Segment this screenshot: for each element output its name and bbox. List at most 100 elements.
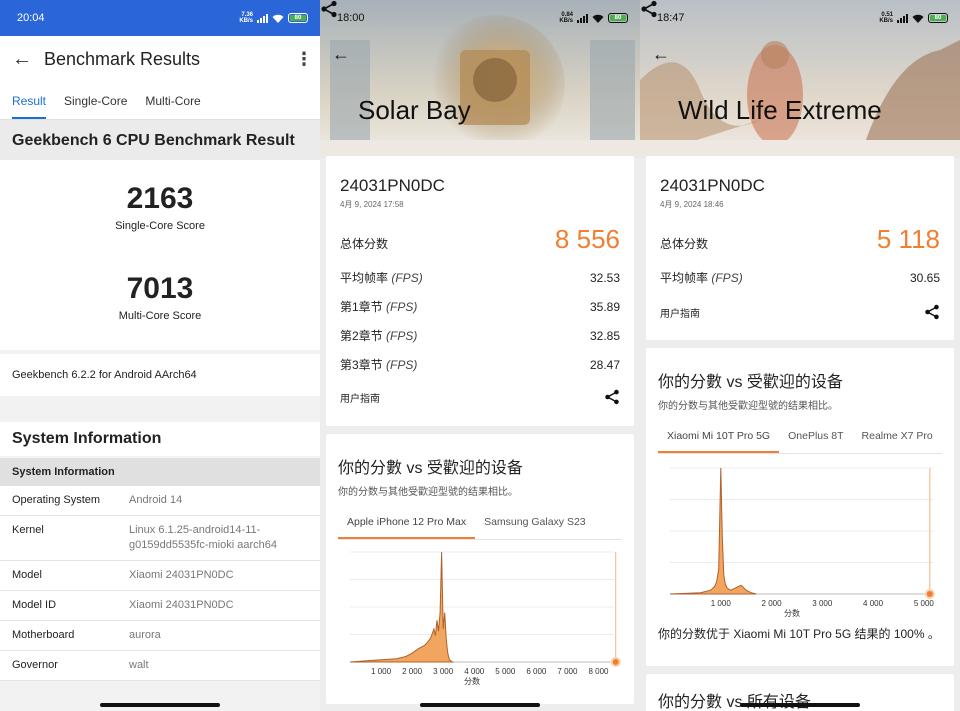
compare-subtitle: 你的分数与其他受歡迎型號的结果相比。 xyxy=(658,401,838,412)
tab-result[interactable]: Result xyxy=(12,82,56,119)
result-header: Geekbench 6 CPU Benchmark Result xyxy=(0,120,320,160)
share-icon[interactable] xyxy=(604,389,620,405)
multi-core-label: Multi-Core Score xyxy=(118,310,202,322)
table-row: Motherboard aurora xyxy=(0,621,320,651)
compare-subtitle: 你的分数与其他受歡迎型號的结果相比。 xyxy=(338,487,518,498)
device-tab[interactable]: OnePlus 8T xyxy=(779,430,852,453)
multi-core-score: 7013 xyxy=(126,272,194,305)
benchmark-title: Wild Life Extreme xyxy=(678,95,882,125)
result-date: 4月 9, 2024 18:46 xyxy=(660,200,724,209)
x-tick-label: 1 000 xyxy=(371,667,392,676)
back-arrow-icon[interactable]: ← xyxy=(652,44,670,65)
device-tab[interactable]: Apple iPhone 12 Pro Max xyxy=(338,516,476,539)
table-row: Model ID Xiaomi 24031PN0DC xyxy=(0,591,320,621)
status-bar: 18:47 0.51 KB/s 80 xyxy=(640,0,960,36)
metric-row: 第3章节 (FPS) 28.47 xyxy=(340,357,620,373)
x-tick-label: 3 000 xyxy=(433,667,454,676)
score-distribution-chart: 1 000 2 000 3 000 4 000 5 000 6 000 7 000 8 000… xyxy=(349,551,621,686)
wifi-icon xyxy=(592,14,604,23)
your-score-marker xyxy=(610,657,621,667)
result-tabs: Result Single-Core Multi-Core xyxy=(0,82,320,120)
your-score-marker xyxy=(924,589,935,599)
metric-row: 第1章节 (FPS) 35.89 xyxy=(340,299,620,315)
gesture-bar[interactable] xyxy=(100,703,220,707)
x-tick-label: 2 000 xyxy=(762,599,783,608)
tab-multi-core[interactable]: Multi-Core xyxy=(145,82,210,119)
system-info-subheader: System Information xyxy=(0,458,320,486)
user-guide-row[interactable]: 用户指南 xyxy=(340,389,620,405)
compare-title: 你的分數 vs 受歡迎的设备 xyxy=(658,374,843,391)
x-tick-label: 4 000 xyxy=(464,667,485,676)
status-bar: 20:04 7.36 KB/s 80 xyxy=(0,0,320,36)
device-tab[interactable]: Samsung Galaxy S23 xyxy=(475,516,595,539)
x-tick-label: 5 000 xyxy=(495,667,516,676)
network-rate: 0.84 KB/s xyxy=(559,12,573,24)
table-row: Governor walt xyxy=(0,651,320,681)
gesture-bar[interactable] xyxy=(420,703,540,707)
wifi-icon xyxy=(912,14,924,23)
single-core-label: Single-Core Score xyxy=(115,220,205,232)
table-row: Kernel Linux 6.1.25-android14-11-g0159dd5… xyxy=(0,516,320,561)
x-tick-label: 3 000 xyxy=(812,599,833,608)
status-bar: 18:00 0.84 KB/s 80 xyxy=(320,0,640,36)
x-tick-label: 6 000 xyxy=(526,667,547,676)
system-info-title: System Information xyxy=(0,422,320,456)
total-score-label: 总体分数 xyxy=(340,237,389,251)
signal-icon xyxy=(897,13,908,23)
status-time: 18:47 xyxy=(657,12,685,24)
total-score: 8 556 xyxy=(554,224,620,254)
user-guide-link[interactable]: 用户指南 xyxy=(340,390,380,405)
app-bar: ← Benchmark Results ⋮ xyxy=(0,36,320,82)
x-tick-label: 1 000 xyxy=(711,599,732,608)
metric-row: 平均帧率 (FPS) 32.53 xyxy=(340,270,620,286)
x-tick-label: 8 000 xyxy=(588,667,609,676)
more-vert-icon[interactable]: ⋮ xyxy=(288,49,320,70)
result-note: 你的分数优于 Xiaomi Mi 10T Pro 5G 结果的 100% 。 xyxy=(658,627,940,641)
result-date: 4月 9, 2024 17:58 xyxy=(340,200,404,209)
user-guide-row[interactable]: 用户指南 xyxy=(660,304,940,320)
compare-card: 你的分數 vs 受歡迎的设备 你的分数与其他受歡迎型號的结果相比。 Apple … xyxy=(326,434,634,704)
x-tick-label: 2 000 xyxy=(402,667,423,676)
device-tab[interactable]: Xiaomi Mi 10T Pro 5G xyxy=(658,430,780,453)
tab-single-core[interactable]: Single-Core xyxy=(64,82,137,119)
back-arrow-icon[interactable]: ← xyxy=(0,48,44,71)
device-tab[interactable]: Realme X7 Pro xyxy=(853,430,942,453)
x-tick-label: 5 000 xyxy=(914,599,935,608)
status-time: 20:04 xyxy=(17,12,45,24)
score-distribution-chart: 1 000 2 000 3 000 4 000 5 000 分数 xyxy=(669,467,935,618)
gesture-bar[interactable] xyxy=(740,703,860,707)
geekbench-panel: 20:04 7.36 KB/s 80 ← Benchmark Results ⋮ … xyxy=(0,0,320,711)
table-row: Operating System Android 14 xyxy=(0,486,320,516)
scores-card: 2163 Single-Core Score 7013 Multi-Core S… xyxy=(0,160,320,350)
result-card: 24031PN0DC 4月 9, 2024 17:58 总体分数 8 556 平… xyxy=(326,156,634,426)
x-axis-label: 分数 xyxy=(464,676,480,686)
network-rate: 7.36 KB/s xyxy=(239,12,253,24)
signal-icon xyxy=(577,13,588,23)
benchmark-title: Solar Bay xyxy=(358,95,471,125)
signal-icon xyxy=(257,13,268,23)
x-axis-label: 分数 xyxy=(784,608,800,618)
status-time: 18:00 xyxy=(337,12,365,24)
network-rate: 0.51 KB/s xyxy=(879,12,893,24)
version-info: Geekbench 6.2.2 for Android AArch64 xyxy=(0,354,320,396)
x-tick-label: 7 000 xyxy=(557,667,578,676)
result-card: 24031PN0DC 4月 9, 2024 18:46 总体分数 5 118 平… xyxy=(646,156,954,340)
solar-bay-panel: ← Solar Bay 18:00 0.84 KB/s 80 24031PN0DC… xyxy=(320,0,640,711)
wild-life-extreme-panel: ← Wild Life Extreme 18:47 0.51 KB/s 80 24… xyxy=(640,0,960,711)
page-title: Benchmark Results xyxy=(44,48,201,69)
device-tabs: Apple iPhone 12 Pro Max Samsung Galaxy S… xyxy=(338,516,622,539)
battery-icon: 80 xyxy=(608,13,628,23)
device-name: 24031PN0DC xyxy=(340,176,445,195)
share-icon[interactable] xyxy=(924,304,940,320)
table-row: Model Xiaomi 24031PN0DC xyxy=(0,561,320,591)
back-arrow-icon[interactable]: ← xyxy=(332,44,350,65)
battery-icon: 80 xyxy=(928,13,948,23)
system-info-table: Operating System Android 14 Kernel Linux 6… xyxy=(0,486,320,681)
user-guide-link[interactable]: 用户指南 xyxy=(660,305,700,320)
device-tabs: Xiaomi Mi 10T Pro 5G OnePlus 8T Realme X… xyxy=(658,430,942,453)
compare-title: 你的分數 vs 受歡迎的设备 xyxy=(338,460,523,477)
x-tick-label: 4 000 xyxy=(863,599,884,608)
next-section-title: 你的分數 vs 所有设备 xyxy=(658,694,811,711)
single-core-score: 2163 xyxy=(126,182,194,215)
total-score-label: 总体分数 xyxy=(660,237,709,251)
